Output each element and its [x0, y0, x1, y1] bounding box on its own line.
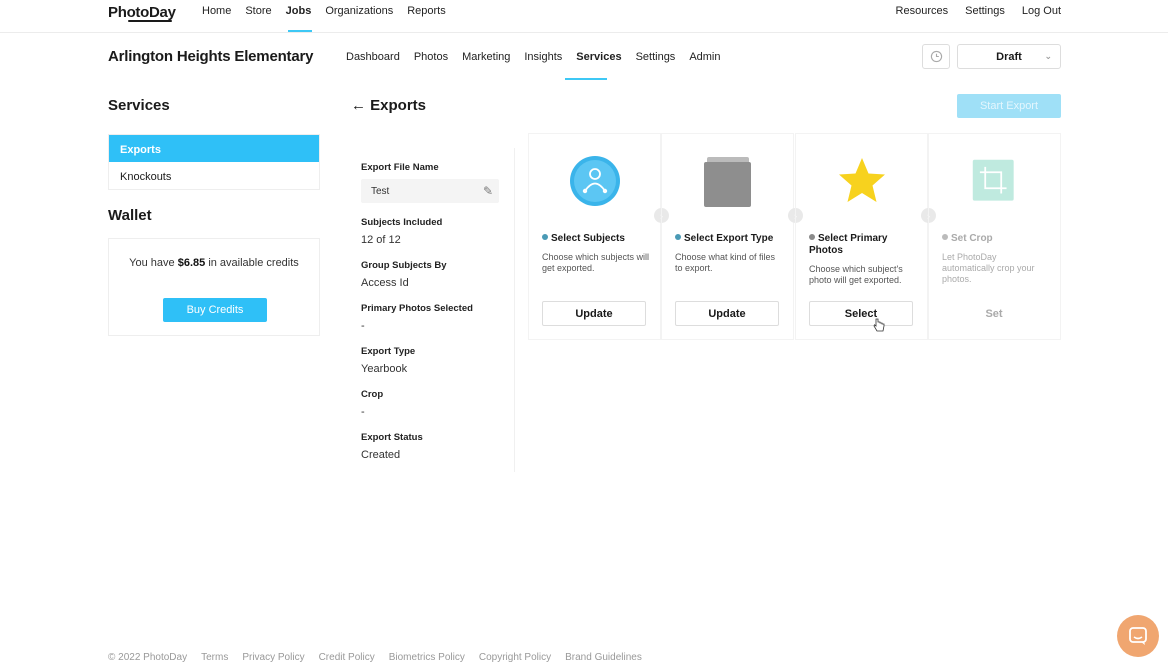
step-card-subjects: Select Subjects Choose which subjects wi… — [528, 133, 661, 340]
nav-settings[interactable]: Settings — [965, 5, 1005, 17]
back-to-exports[interactable]: ← Exports — [351, 97, 426, 114]
pencil-icon[interactable]: ✎ — [483, 184, 493, 198]
wallet-heading: Wallet — [108, 207, 152, 224]
history-button[interactable] — [922, 44, 950, 69]
pointer-cursor-icon — [873, 318, 885, 332]
step-title: Set Crop — [942, 233, 1052, 245]
nav-logout[interactable]: Log Out — [1022, 5, 1061, 17]
top-navigation: PhotoDay Home Store Jobs Organizations R… — [0, 0, 1168, 33]
nav-active-indicator — [288, 30, 312, 32]
footer-privacy[interactable]: Privacy Policy — [242, 652, 304, 663]
footer-terms[interactable]: Terms — [201, 652, 228, 663]
wallet-credits-text: You have $6.85 in available credits — [129, 257, 299, 269]
tab-photos[interactable]: Photos — [414, 51, 448, 63]
step-title: Select Export Type — [675, 233, 785, 245]
tab-insights[interactable]: Insights — [524, 51, 562, 63]
start-export-button[interactable]: Start Export — [957, 94, 1061, 118]
chat-icon — [1129, 627, 1147, 645]
update-subjects-button[interactable]: Update — [542, 301, 646, 326]
sidebar-item-knockouts[interactable]: Knockouts — [109, 162, 319, 189]
footer-brand[interactable]: Brand Guidelines — [565, 652, 642, 663]
tab-services[interactable]: Services — [576, 51, 621, 63]
step-title: Select Primary Photos — [809, 233, 888, 256]
footer: © 2022 PhotoDay Terms Privacy Policy Cre… — [108, 652, 656, 663]
tab-active-indicator — [565, 78, 607, 80]
tab-marketing[interactable]: Marketing — [462, 51, 510, 63]
clock-icon — [930, 50, 942, 63]
chevron-down-icon: ⌄ — [1044, 51, 1052, 61]
nav-organizations[interactable]: Organizations — [325, 5, 393, 17]
step-title: Select Subjects — [542, 233, 652, 245]
nav-home[interactable]: Home — [202, 5, 231, 17]
folder-icon — [703, 157, 751, 207]
wallet-card: You have $6.85 in available credits Buy … — [108, 238, 320, 336]
tab-dashboard[interactable]: Dashboard — [346, 51, 400, 63]
job-title: Arlington Heights Elementary — [108, 48, 314, 65]
set-crop-button[interactable]: Set — [942, 301, 1046, 326]
arrow-left-icon: ← — [351, 97, 366, 114]
tab-settings[interactable]: Settings — [636, 51, 676, 63]
crop-icon — [972, 159, 1014, 201]
export-summary: Export File Name Test ✎ Subjects Include… — [346, 148, 515, 472]
update-export-type-button[interactable]: Update — [675, 301, 779, 326]
job-tabs: Dashboard Photos Marketing Insights Serv… — [346, 51, 735, 63]
nav-reports[interactable]: Reports — [407, 5, 446, 17]
status-dropdown[interactable]: Draft ⌄ — [957, 44, 1061, 69]
export-file-name-field[interactable]: Test ✎ — [361, 179, 499, 203]
nav-resources[interactable]: Resources — [896, 5, 949, 17]
footer-credit[interactable]: Credit Policy — [319, 652, 375, 663]
photoday-logo[interactable]: PhotoDay — [108, 4, 176, 22]
step-card-primary-photos: Select Primary Photos Choose which subje… — [795, 133, 928, 340]
footer-copyright: © 2022 PhotoDay — [108, 652, 188, 663]
step-card-crop: Set Crop Let PhotoDay automatically crop… — [928, 133, 1061, 340]
sidebar-item-exports[interactable]: Exports — [109, 135, 319, 162]
star-icon — [838, 158, 885, 202]
select-primary-photos-button[interactable]: Select — [809, 301, 913, 326]
chat-launcher-button[interactable] — [1117, 615, 1159, 657]
step-card-export-type: Select Export Type Choose what kind of f… — [661, 133, 794, 340]
services-heading: Services — [108, 97, 170, 114]
services-list: Exports Knockouts — [108, 134, 320, 190]
tab-admin[interactable]: Admin — [689, 51, 720, 63]
footer-copyright-policy[interactable]: Copyright Policy — [479, 652, 551, 663]
buy-credits-button[interactable]: Buy Credits — [163, 298, 267, 322]
footer-biometrics[interactable]: Biometrics Policy — [389, 652, 465, 663]
subjects-icon — [569, 156, 620, 206]
wallet-amount: $6.85 — [177, 257, 206, 269]
nav-jobs[interactable]: Jobs — [286, 5, 312, 17]
nav-store[interactable]: Store — [245, 5, 271, 17]
